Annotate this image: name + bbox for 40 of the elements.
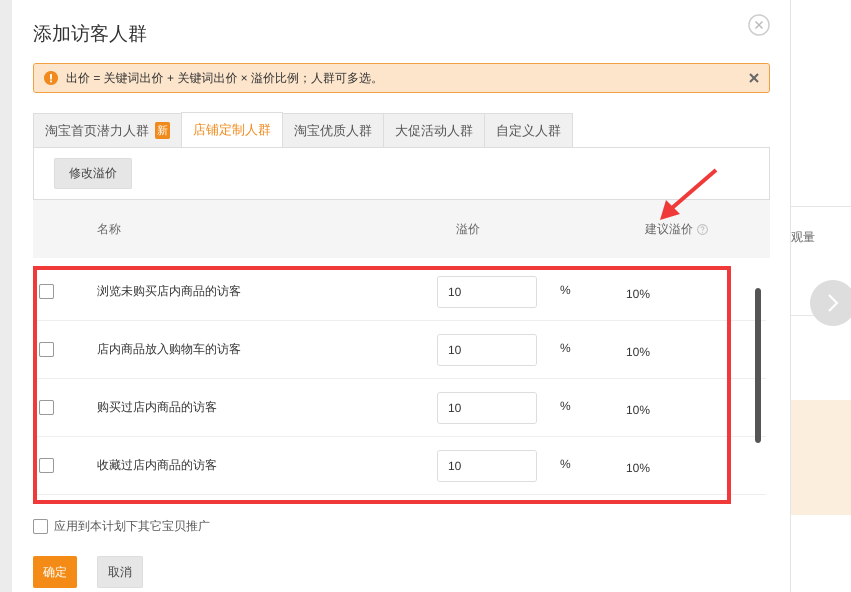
checkbox[interactable] [39,284,54,299]
checkbox[interactable] [39,458,54,473]
cancel-button[interactable]: 取消 [97,556,143,588]
tab[interactable]: 淘宝首页潜力人群 新 [33,113,182,147]
premium-input[interactable]: 10 [437,276,537,308]
premium-input[interactable]: 10 [437,392,537,424]
edit-premium-button[interactable]: 修改溢价 [54,158,132,189]
scrollbar-thumb[interactable] [755,288,761,443]
tab[interactable]: 大促活动人群 [383,113,485,147]
warning-icon [44,71,58,85]
table-cell-text: 10% [626,402,652,416]
premium-input[interactable]: 10 [437,450,537,482]
tab[interactable]: 自定义人群 [484,113,573,147]
alert-text: 出价 = 关键词出价 + 关键词出价 × 溢价比例；人群可多选。 [66,70,384,86]
help-icon[interactable] [697,224,708,234]
dialog-title: 添加访客人群 [33,23,147,47]
chevron-icon [827,293,839,313]
table-cell-text: 购买过店内商品的访客 [97,399,218,416]
unit-label: % [560,457,572,471]
table-cell-text: 店内商品放入购物车的访客 [97,341,242,358]
column-header: 名称 [97,220,122,238]
tab[interactable]: 淘宝优质人群 [282,113,384,147]
unit-label: % [560,399,572,413]
table-cell-text: 浏览未购买店内商品的访客 [97,283,242,300]
column-header: 建议溢价 [645,220,693,238]
checkbox[interactable] [39,400,54,415]
table-cell-text: 10% [626,344,652,358]
checkbox[interactable] [33,518,48,534]
close-icon[interactable] [749,73,759,83]
premium-input[interactable]: 10 [437,334,537,366]
checkbox[interactable] [39,342,54,357]
table-cell-text: 收藏过店内商品的访客 [97,457,218,474]
background-text: 观量 [791,229,815,246]
table-cell-text: 10% [626,460,652,474]
unit-label: % [560,283,572,297]
new-badge: 新 [155,122,170,139]
table-cell-text: 10% [626,286,652,300]
column-header: 溢价 [456,220,481,238]
checkbox-label: 应用到本计划下其它宝贝推广 [54,518,210,534]
unit-label: % [560,341,572,355]
